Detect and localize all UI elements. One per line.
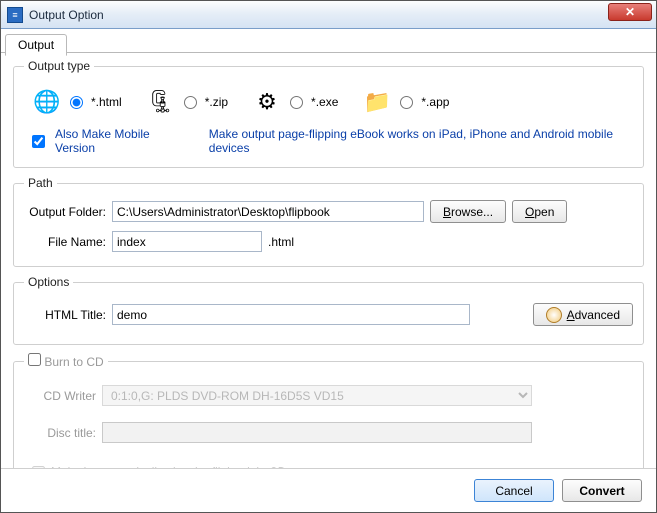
legend-path: Path bbox=[24, 176, 57, 190]
group-options: Options HTML Title: Advanced bbox=[13, 275, 644, 345]
legend-options: Options bbox=[24, 275, 73, 289]
close-button[interactable]: ✕ bbox=[608, 3, 652, 21]
radio-exe[interactable] bbox=[290, 96, 303, 109]
radio-exe-label: *.exe bbox=[311, 95, 338, 109]
zip-icon: 🗜 bbox=[146, 87, 176, 117]
label-file-name: File Name: bbox=[24, 235, 106, 249]
titlebar: ≡ Output Option ✕ bbox=[1, 1, 656, 29]
advanced-button[interactable]: Advanced bbox=[533, 303, 633, 326]
label-html-title: HTML Title: bbox=[24, 308, 106, 322]
input-disc-title bbox=[102, 422, 532, 443]
radio-app-label: *.app bbox=[421, 95, 449, 109]
radio-app[interactable] bbox=[400, 96, 413, 109]
radio-zip[interactable] bbox=[184, 96, 197, 109]
also-mobile-label: Also Make Mobile Version bbox=[55, 127, 183, 155]
input-file-name[interactable] bbox=[112, 231, 262, 252]
cancel-button[interactable]: Cancel bbox=[474, 479, 554, 502]
open-button[interactable]: Open bbox=[512, 200, 567, 223]
radio-html-label: *.html bbox=[91, 95, 122, 109]
content: Output type 🌐 *.html 🗜 *.zip ⚙ *.exe 📁 *… bbox=[1, 53, 656, 508]
gear-icon bbox=[546, 307, 562, 323]
tab-output[interactable]: Output bbox=[5, 34, 67, 56]
browse-button[interactable]: Browse... bbox=[430, 200, 506, 223]
mobile-hint: Make output page-flipping eBook works on… bbox=[209, 127, 625, 155]
checkbox-burn-to-cd[interactable] bbox=[28, 353, 41, 366]
input-html-title[interactable] bbox=[112, 304, 470, 325]
window-title: Output Option bbox=[29, 8, 104, 22]
group-output-type: Output type 🌐 *.html 🗜 *.zip ⚙ *.exe 📁 *… bbox=[13, 59, 644, 168]
html-icon: 🌐 bbox=[32, 87, 62, 117]
input-output-folder[interactable] bbox=[112, 201, 424, 222]
file-ext-label: .html bbox=[268, 235, 294, 249]
legend-burn-to-cd: Burn to CD bbox=[24, 353, 108, 369]
footer: Cancel Convert bbox=[1, 468, 656, 512]
tabstrip: Output bbox=[1, 29, 656, 53]
checkbox-also-mobile[interactable] bbox=[32, 135, 45, 148]
app-icon: ≡ bbox=[7, 7, 23, 23]
radio-zip-label: *.zip bbox=[205, 95, 228, 109]
app-icon-type: 📁 bbox=[362, 87, 392, 117]
legend-output-type: Output type bbox=[24, 59, 94, 73]
exe-icon: ⚙ bbox=[252, 87, 282, 117]
label-output-folder: Output Folder: bbox=[24, 205, 106, 219]
convert-button[interactable]: Convert bbox=[562, 479, 642, 502]
select-cd-writer: 0:1:0,G: PLDS DVD-ROM DH-16D5S VD15 bbox=[102, 385, 532, 406]
output-type-row: 🌐 *.html 🗜 *.zip ⚙ *.exe 📁 *.app bbox=[24, 79, 633, 127]
label-disc-title: Disc title: bbox=[24, 426, 96, 440]
group-path: Path Output Folder: Browse... Open File … bbox=[13, 176, 644, 267]
label-cd-writer: CD Writer bbox=[24, 389, 96, 403]
close-icon: ✕ bbox=[625, 5, 635, 19]
radio-html[interactable] bbox=[70, 96, 83, 109]
